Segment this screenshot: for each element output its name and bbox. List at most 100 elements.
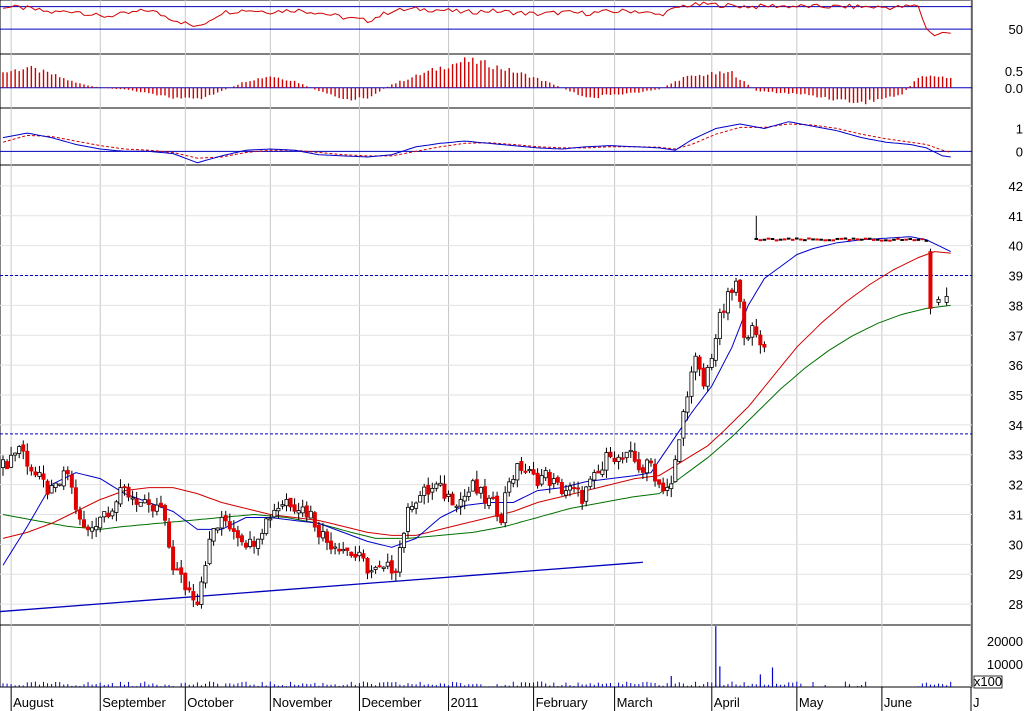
- candle-body: [693, 355, 698, 373]
- price-tick-label: 38: [1009, 298, 1023, 313]
- signal-line: [2, 123, 951, 159]
- month-label: June: [884, 695, 912, 710]
- candle-body: [442, 483, 447, 499]
- candle-body: [337, 548, 342, 552]
- volume-panel: [2, 626, 952, 687]
- candle-body: [572, 487, 577, 490]
- candle-body: [584, 486, 589, 502]
- candle-body: [195, 601, 200, 605]
- candle-body: [276, 507, 281, 512]
- price-tick-label: 34: [1009, 418, 1023, 433]
- candle-body: [369, 570, 374, 573]
- candle-body: [94, 526, 99, 531]
- candle-body: [673, 459, 678, 483]
- candle-body: [636, 459, 641, 471]
- candle-body: [49, 485, 54, 494]
- month-label: April: [714, 695, 740, 710]
- candle-body: [235, 530, 240, 539]
- month-label: December: [361, 695, 422, 710]
- price-tick-label: 30: [1009, 537, 1023, 552]
- candle-body: [746, 337, 751, 340]
- candle-body: [333, 546, 338, 549]
- macd-tick-label: 0: [1016, 144, 1023, 159]
- candle-body: [612, 457, 617, 463]
- candle-body: [86, 526, 91, 531]
- histogram-tick-label: 0.0: [1005, 81, 1023, 96]
- volume-unit-label: x100: [974, 674, 1002, 689]
- candle-body: [377, 565, 382, 568]
- candle-body: [239, 535, 244, 543]
- month-label: September: [102, 695, 166, 710]
- price-tick-label: 35: [1009, 388, 1023, 403]
- candle-body: [187, 587, 192, 591]
- candle-body: [653, 463, 658, 482]
- candle-body: [316, 524, 321, 538]
- candle-body: [592, 472, 597, 481]
- candle-body: [596, 470, 601, 474]
- candle-body: [588, 478, 593, 487]
- candle-body: [405, 506, 410, 532]
- candle-body: [329, 540, 334, 550]
- candle-body: [385, 561, 390, 567]
- candle-body: [600, 469, 605, 475]
- macd-tick-label: 1: [1016, 122, 1023, 137]
- candle-body: [527, 469, 532, 472]
- candle-body: [175, 568, 180, 571]
- candle-body: [450, 493, 455, 506]
- candle-body: [77, 509, 82, 520]
- candle-body: [515, 463, 520, 481]
- candle-body: [353, 553, 358, 558]
- rsi-panel: [0, 1, 972, 37]
- candle-body: [0, 459, 6, 468]
- candle-body: [361, 553, 366, 559]
- candle-body: [434, 483, 439, 489]
- price-tick-label: 33: [1009, 448, 1023, 463]
- month-label: August: [13, 695, 54, 710]
- candle-body: [308, 510, 313, 519]
- candle-body: [203, 565, 208, 584]
- candle-body: [37, 471, 42, 477]
- candle-body: [681, 411, 686, 439]
- candle-body: [110, 510, 115, 517]
- candle-body: [312, 512, 317, 528]
- candle-body: [568, 485, 573, 491]
- candle-body: [410, 506, 415, 510]
- candle-body: [381, 566, 386, 569]
- candle-body: [669, 483, 674, 489]
- candle-body: [248, 538, 253, 547]
- candle-body: [644, 459, 649, 474]
- candle-body: [122, 486, 127, 489]
- candle-body: [730, 289, 735, 293]
- candle-body: [29, 467, 34, 472]
- candle-body: [620, 457, 625, 460]
- candle-body: [677, 439, 682, 462]
- candle-body: [300, 506, 305, 514]
- candle-body: [179, 567, 184, 575]
- candle-body: [754, 326, 759, 336]
- candle-body: [758, 334, 763, 346]
- candle-body: [414, 502, 419, 509]
- candle-body: [41, 473, 46, 480]
- candle-body: [219, 516, 224, 529]
- candle-body: [365, 557, 370, 574]
- month-label: May: [799, 695, 824, 710]
- candle-body: [320, 531, 325, 539]
- candle-body: [53, 482, 58, 489]
- price-tick-label: 36: [1009, 358, 1023, 373]
- candle-body: [138, 501, 143, 507]
- candle-body: [661, 482, 666, 492]
- candle-body: [705, 367, 710, 387]
- candle-body: [243, 542, 248, 548]
- candle-body: [750, 325, 755, 338]
- candle-body: [264, 518, 269, 534]
- grid-layer: [0, 0, 973, 688]
- candle-body: [215, 527, 220, 531]
- price-tick-label: 40: [1009, 239, 1023, 254]
- candle-body: [73, 487, 78, 510]
- candle-body: [69, 474, 74, 488]
- candle-body: [280, 504, 285, 507]
- candle-body: [762, 343, 767, 348]
- candle-body: [624, 451, 629, 459]
- price-panel: [0, 215, 972, 613]
- candle-body: [304, 505, 309, 518]
